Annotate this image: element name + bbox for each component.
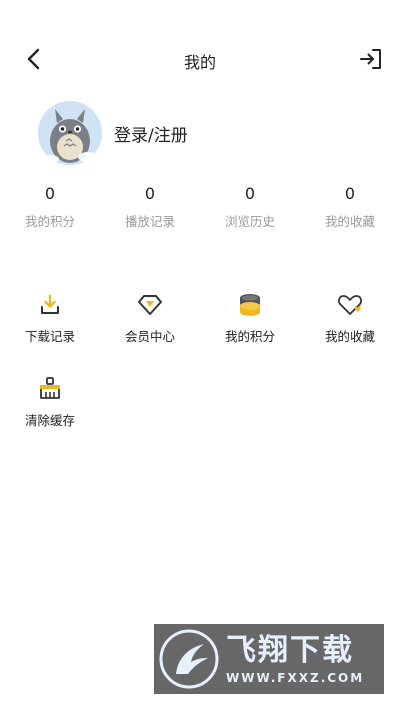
diamond-icon [137, 292, 163, 318]
menu-label: 下载记录 [24, 329, 75, 344]
broom-icon [37, 376, 63, 402]
stat-play-history[interactable]: 0 播放记录 [100, 182, 200, 230]
menu-label: 清除缓存 [24, 413, 75, 428]
avatar[interactable] [38, 101, 102, 165]
menu-label: 我的积分 [224, 329, 275, 344]
stat-browse-history[interactable]: 0 浏览历史 [200, 182, 300, 230]
stat-value: 0 [344, 184, 356, 203]
menu-item-vip-center[interactable]: 会员中心 [100, 292, 200, 376]
stat-value: 0 [244, 184, 256, 203]
stat-label: 播放记录 [124, 214, 175, 229]
page-title: 我的 [183, 53, 216, 72]
watermark-logo-icon [159, 629, 219, 689]
menu-item-points[interactable]: 我的积分 [200, 292, 300, 376]
stat-value: 0 [44, 184, 56, 203]
heart-icon [337, 292, 363, 318]
menu-label: 会员中心 [124, 329, 175, 344]
menu-item-clear-cache[interactable]: 清除缓存 [0, 376, 100, 460]
menu-label: 我的收藏 [324, 329, 375, 344]
stat-label: 浏览历史 [224, 214, 275, 229]
watermark-main: 飞翔下载 [226, 633, 354, 668]
stat-points[interactable]: 0 我的积分 [0, 182, 100, 230]
watermark-text: 飞翔下载 WWW.FXXZ.COM [226, 633, 364, 685]
menu-item-downloads[interactable]: 下载记录 [0, 292, 100, 376]
stat-label: 我的收藏 [324, 214, 375, 229]
watermark-sub: WWW.FXXZ.COM [226, 671, 365, 685]
watermark: 飞翔下载 WWW.FXXZ.COM [154, 624, 384, 694]
menu-item-favorites[interactable]: 我的收藏 [300, 292, 400, 376]
totoro-avatar [38, 101, 102, 165]
login-register-link[interactable]: 登录/注册 [114, 121, 188, 146]
sign-in-icon [360, 49, 381, 69]
stat-label: 我的积分 [24, 214, 75, 229]
function-grid: 下载记录 会员中心 我的积分 我的收藏 清除缓存 [0, 292, 400, 460]
login-button[interactable] [356, 44, 386, 74]
stats-row: 0 我的积分 0 播放记录 0 浏览历史 0 我的收藏 [0, 182, 400, 230]
profile-section: 登录/注册 [38, 101, 188, 165]
coins-icon [237, 292, 263, 318]
stat-favorites[interactable]: 0 我的收藏 [300, 182, 400, 230]
stat-value: 0 [144, 184, 156, 203]
download-icon [37, 292, 63, 318]
